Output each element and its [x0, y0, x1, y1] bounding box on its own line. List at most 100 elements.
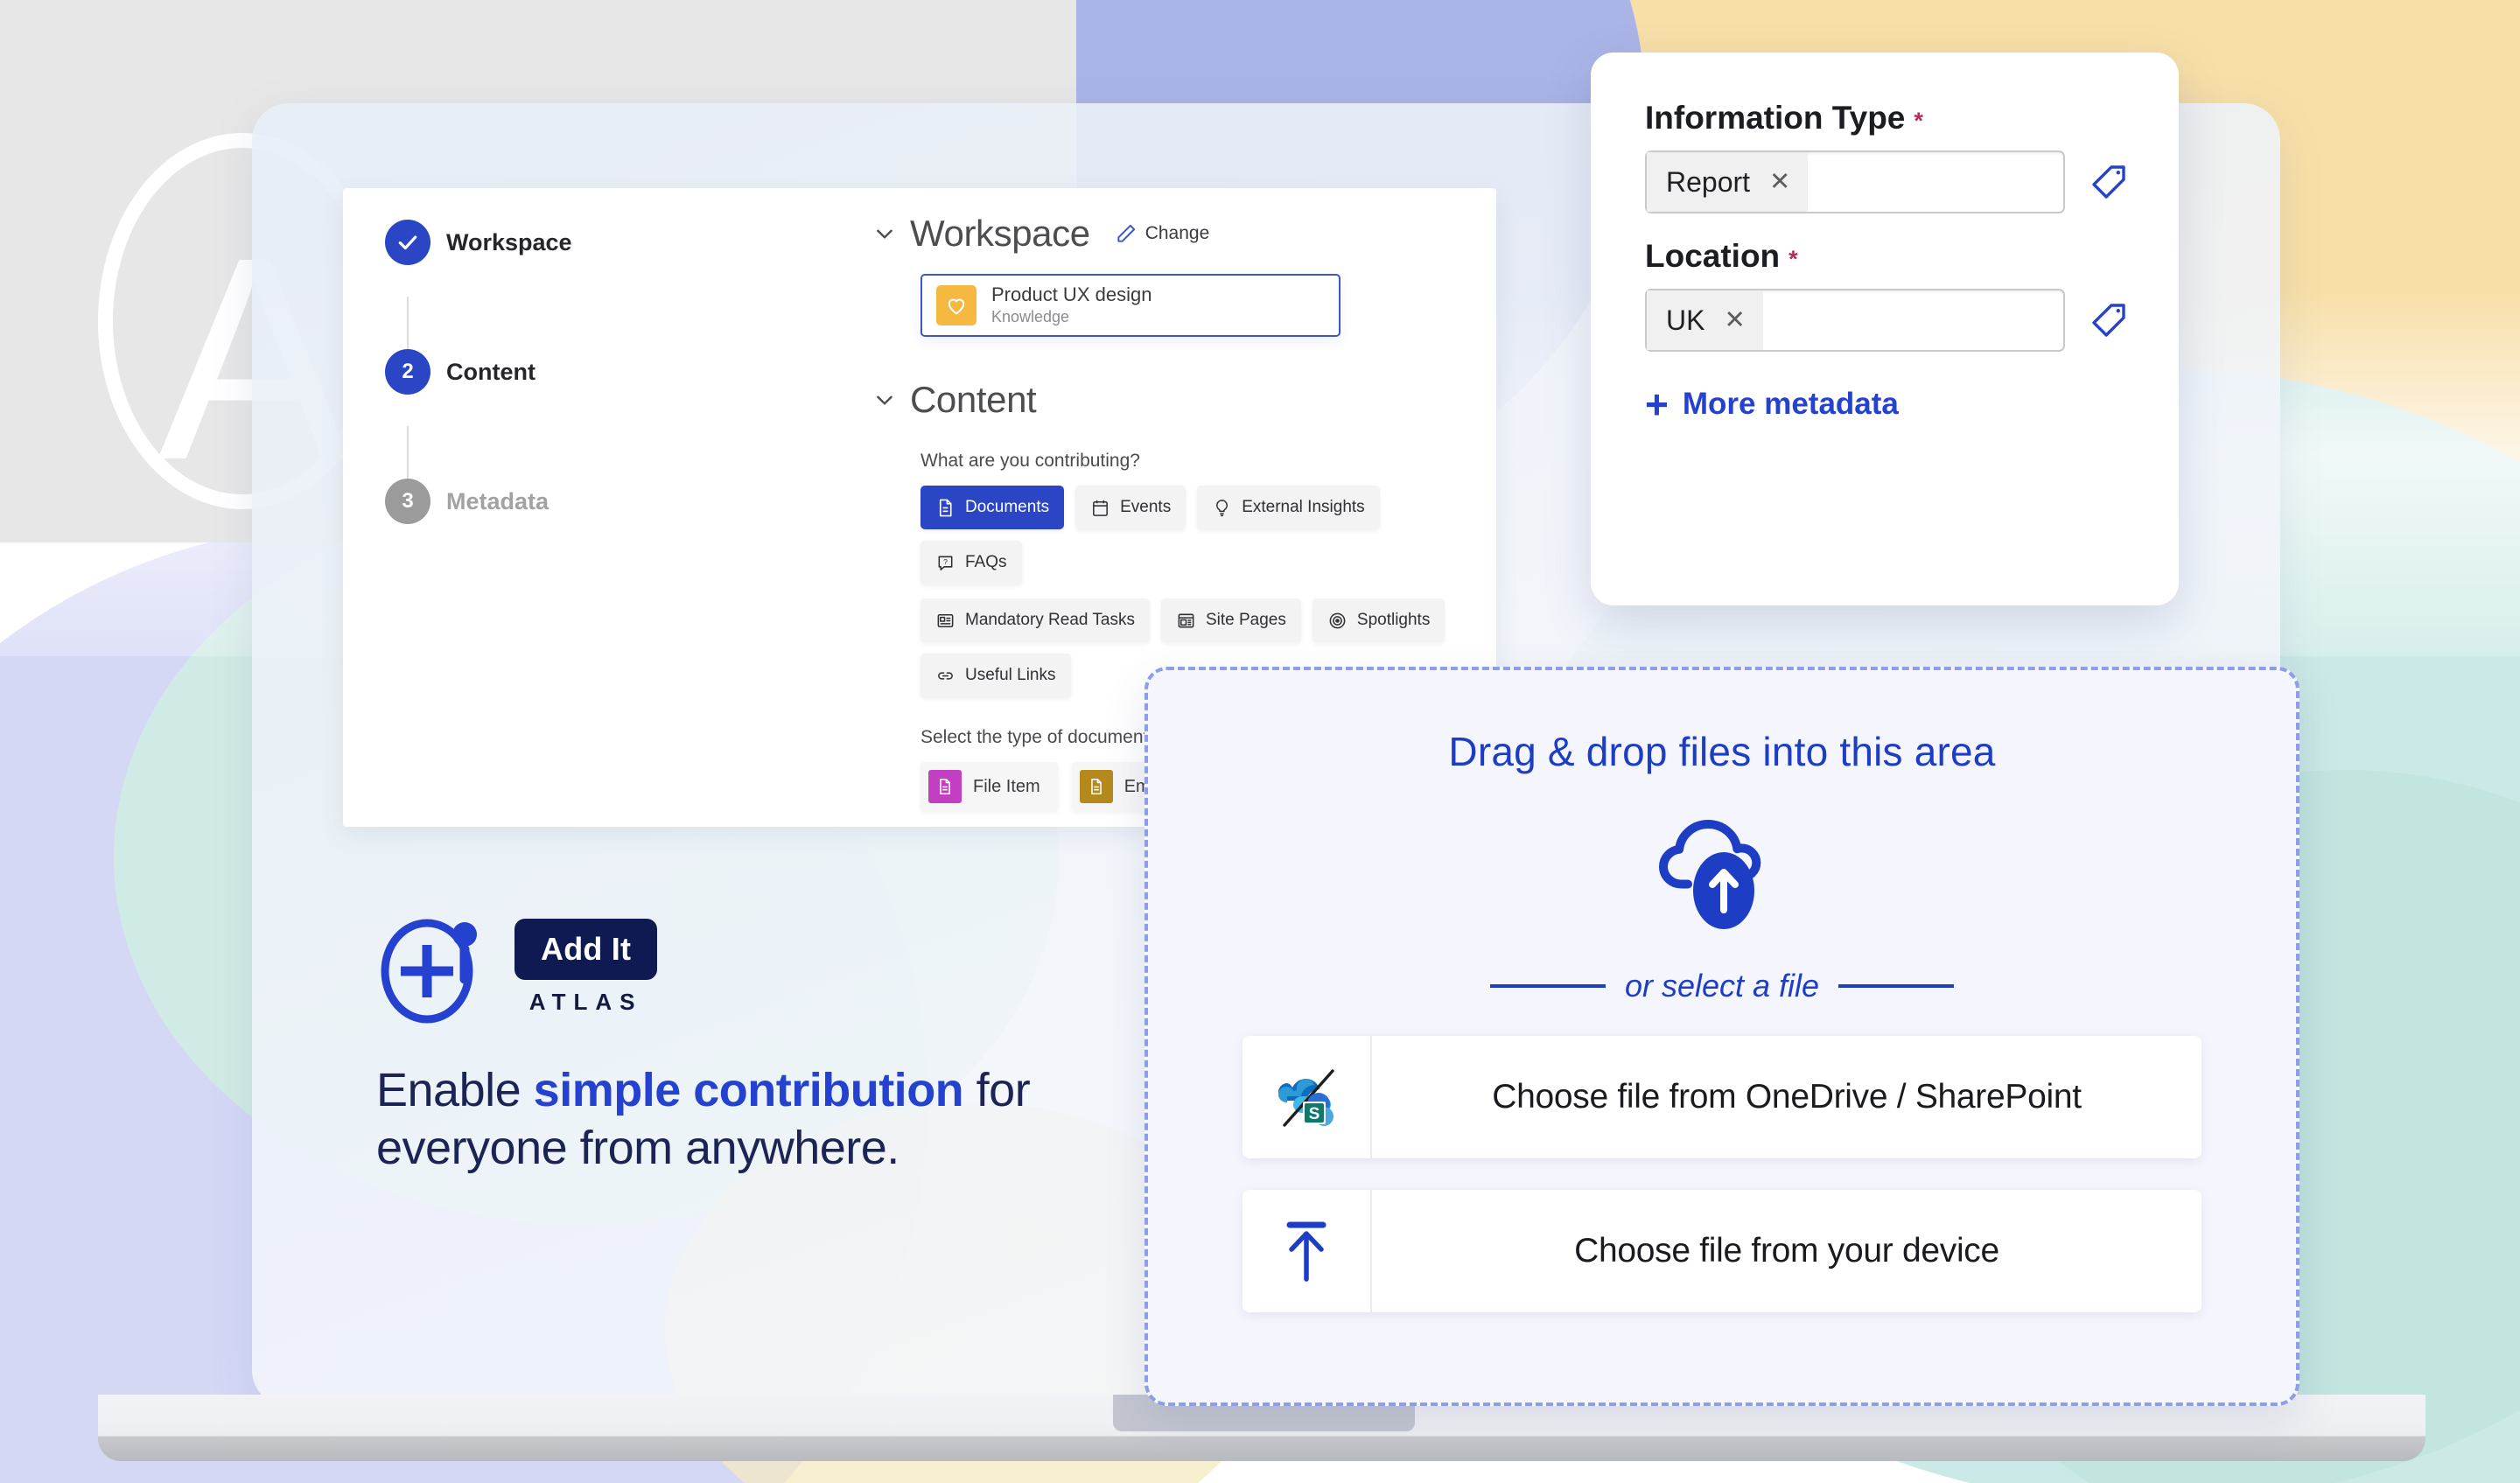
atlas-wordmark: ATLAS: [528, 988, 643, 1015]
content-type-chip-row-1: Documents Events External Insights ? FAQ…: [920, 486, 1474, 584]
svg-text:S: S: [1309, 1105, 1320, 1123]
choose-file-onedrive-button[interactable]: S Choose file from OneDrive / SharePoint: [1242, 1036, 2202, 1158]
step-label-1: Workspace: [446, 228, 572, 255]
step-marker-1: [385, 220, 430, 265]
change-workspace-button[interactable]: Change: [1115, 222, 1210, 245]
required-marker: *: [1914, 108, 1923, 134]
selected-workspace-card[interactable]: Product UX design Knowledge: [920, 274, 1340, 337]
content-type-events[interactable]: Events: [1075, 486, 1186, 529]
chip-label: Events: [1120, 498, 1172, 516]
branding-text-column: Add It ATLAS: [514, 918, 658, 1016]
content-type-spotlights[interactable]: Spotlights: [1312, 598, 1446, 642]
required-marker: *: [1788, 246, 1798, 272]
step-marker-2: 2: [385, 349, 430, 395]
location-block: Location * UK ✕: [1645, 238, 2130, 352]
content-type-mandatory-read-tasks[interactable]: Mandatory Read Tasks: [920, 598, 1150, 642]
location-label-text: Location: [1645, 238, 1781, 274]
choose-file-onedrive-label: Choose file from OneDrive / SharePoint: [1492, 1078, 2082, 1116]
branding-block: Add It ATLAS Enable simple contribution …: [376, 910, 1164, 1178]
chip-label: Spotlights: [1356, 611, 1431, 629]
calendar-icon: [1093, 500, 1109, 516]
question-bubble-icon: ?: [938, 556, 953, 570]
information-type-row: Report ✕: [1645, 150, 2130, 213]
chip-label: Documents: [965, 498, 1050, 516]
tag-icon-information-type[interactable]: [2088, 161, 2130, 203]
plus-icon: +: [1645, 381, 1669, 427]
addit-badge: Add It: [514, 918, 658, 980]
tag-icon-location[interactable]: [2088, 299, 2130, 341]
step-label-3: Metadata: [446, 487, 550, 514]
target-icon: [1329, 612, 1346, 628]
task-list-icon: [937, 613, 954, 627]
tagline-highlight: simple contribution: [533, 1064, 964, 1116]
choose-file-device-button[interactable]: Choose file from your device: [1242, 1190, 2202, 1312]
separator-label: or select a file: [1624, 968, 1820, 1004]
branding-row: Add It ATLAS: [376, 910, 1164, 1024]
document-type-file-item[interactable]: File Item: [920, 762, 1058, 811]
tagline: Enable simple contribution for everyone …: [376, 1062, 1164, 1178]
step-label-2: Content: [446, 358, 536, 385]
upload-arrow-icon: [1242, 1190, 1372, 1312]
cloud-upload-icon: [1232, 800, 2212, 938]
check-icon: [398, 235, 417, 250]
content-title: Content: [910, 379, 1037, 420]
workspace-type: Knowledge: [991, 308, 1070, 326]
file-drop-panel[interactable]: Drag & drop files into this area or sele…: [1144, 667, 2300, 1406]
chevron-down-icon-workspace[interactable]: [873, 222, 896, 245]
location-row: UK ✕: [1645, 289, 2130, 352]
metadata-panel: Information Type * Report ✕ Location * U…: [1591, 52, 2179, 605]
information-type-label: Information Type *: [1645, 100, 2130, 136]
workspace-section-header: Workspace Change: [877, 213, 1474, 255]
more-metadata-label: More metadata: [1682, 387, 1899, 421]
svg-text:?: ?: [943, 557, 948, 566]
onedrive-sharepoint-icon: S: [1242, 1036, 1372, 1158]
wizard-stepper: Workspace 2 Content 3 Metadata: [385, 220, 620, 524]
pencil-icon: [1115, 222, 1138, 245]
tagline-part-1: Enable: [376, 1064, 534, 1116]
remove-token-icon[interactable]: ✕: [1769, 169, 1790, 195]
stepper-item-workspace[interactable]: Workspace: [385, 220, 620, 265]
content-type-external-insights[interactable]: External Insights: [1197, 486, 1380, 529]
stepper-item-content[interactable]: 2 Content: [385, 349, 620, 395]
separator-line-right: [1838, 984, 1955, 988]
email-file-icon: [1079, 770, 1113, 803]
content-type-faqs[interactable]: ? FAQs: [920, 541, 1022, 584]
content-section-header: Content: [877, 379, 1474, 421]
information-type-input[interactable]: Report ✕: [1645, 150, 2065, 213]
content-type-useful-links[interactable]: Useful Links: [920, 654, 1071, 697]
file-icon: [928, 770, 962, 803]
location-token: UK ✕: [1647, 290, 1763, 350]
lightbulb-icon: [1216, 499, 1228, 516]
page-layout-icon: [1178, 613, 1194, 627]
stepper-item-metadata[interactable]: 3 Metadata: [385, 479, 620, 524]
token-value: Report: [1666, 165, 1751, 198]
or-select-separator: or select a file: [1232, 968, 2212, 1004]
addit-logo-icon: [376, 910, 490, 1024]
link-icon: [938, 671, 953, 680]
choose-file-device-label: Choose file from your device: [1574, 1232, 1999, 1270]
contribution-question: What are you contributing?: [920, 451, 1140, 471]
drop-panel-title: Drag & drop files into this area: [1448, 729, 1996, 774]
step-marker-3: 3: [385, 479, 430, 524]
heart-icon: [936, 285, 976, 325]
content-type-site-pages[interactable]: Site Pages: [1160, 598, 1301, 642]
workspace-name: Product UX design: [991, 283, 1152, 306]
screenshot-root: A Workspace 2 Content 3 Metadata Workspa…: [0, 0, 2520, 1483]
chip-label: Useful Links: [965, 666, 1056, 684]
chip-label: Site Pages: [1205, 611, 1286, 629]
chip-label: Mandatory Read Tasks: [965, 611, 1135, 629]
separator-line-left: [1489, 984, 1606, 988]
document-icon: [939, 499, 952, 516]
remove-token-icon[interactable]: ✕: [1724, 307, 1745, 333]
token-value: UK: [1666, 304, 1705, 336]
content-type-documents[interactable]: Documents: [920, 486, 1065, 529]
chevron-down-icon-content[interactable]: [873, 388, 896, 411]
location-input[interactable]: UK ✕: [1645, 289, 2065, 352]
location-label: Location *: [1645, 238, 2130, 275]
change-label: Change: [1144, 223, 1210, 243]
workspace-title: Workspace: [910, 213, 1090, 254]
more-metadata-button[interactable]: + More metadata: [1645, 381, 2130, 427]
information-type-label-text: Information Type: [1645, 100, 1906, 136]
doc-chip-label: File Item: [973, 776, 1040, 796]
information-type-token: Report ✕: [1647, 152, 1809, 212]
